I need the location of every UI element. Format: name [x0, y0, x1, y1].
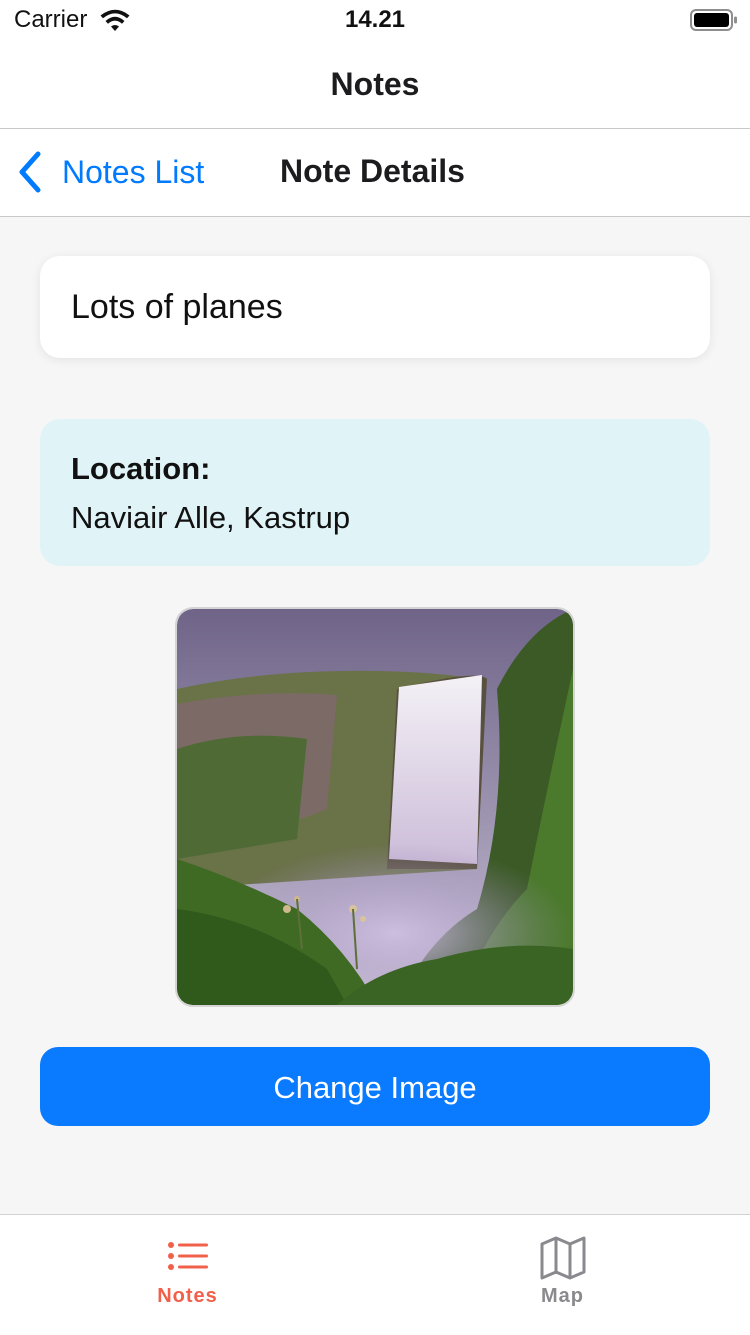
clock: 14.21 [344, 6, 406, 33]
back-button[interactable]: Notes List [14, 147, 204, 197]
tab-map-label: Map [541, 1285, 584, 1307]
map-icon [540, 1236, 586, 1280]
tab-bar: Notes Map [0, 1214, 750, 1335]
status-bar: Carrier 14.21 [0, 0, 750, 42]
app-title: Notes [330, 66, 420, 102]
list-icon [168, 1242, 208, 1270]
change-image-button[interactable]: Change Image [40, 1047, 710, 1126]
back-button-label: Notes List [62, 153, 205, 190]
tab-notes-label: Notes [157, 1285, 218, 1307]
app-header: Notes [0, 42, 750, 129]
battery-icon [690, 9, 737, 31]
chevron-left-icon [19, 151, 41, 193]
note-title-field[interactable] [71, 256, 671, 358]
navigation-bar: Notes List Note Details [0, 129, 750, 217]
waterfall-photo [177, 609, 573, 1005]
page-title: Note Details [280, 153, 465, 189]
tab-map[interactable]: Map [375, 1215, 750, 1335]
note-title-card [40, 256, 710, 358]
tab-notes[interactable]: Notes [0, 1215, 375, 1335]
note-image[interactable] [175, 607, 575, 1007]
location-card: Location: Naviair Alle, Kastrup [40, 419, 710, 566]
location-label: Location: [71, 451, 211, 486]
location-value: Naviair Alle, Kastrup [71, 500, 351, 535]
